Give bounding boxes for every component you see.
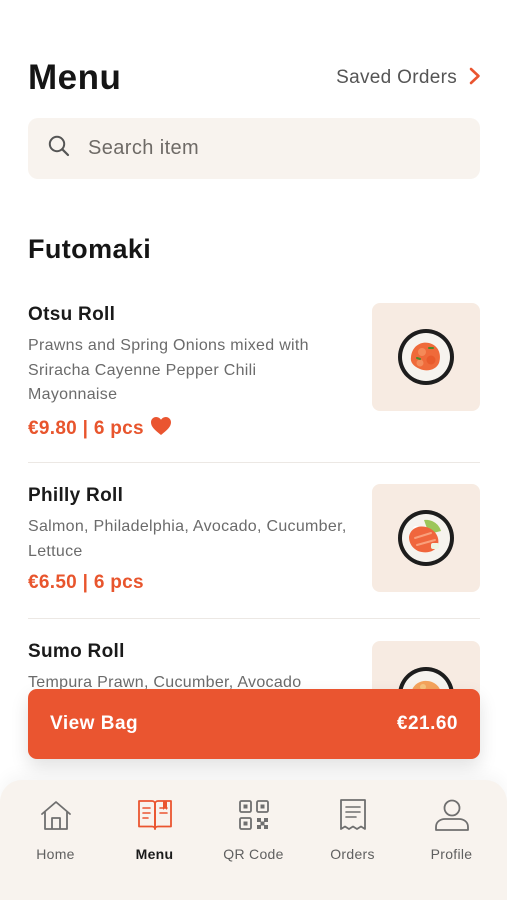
view-bag-label: View Bag: [50, 713, 139, 734]
tab-menu[interactable]: Menu: [109, 796, 201, 900]
item-description: Prawns and Spring Onions mixed with Srir…: [28, 337, 309, 403]
search-icon: [48, 135, 70, 162]
item-price: €6.50 | 6 pcs: [28, 572, 144, 593]
search-input[interactable]: [88, 137, 418, 160]
qr-code-icon: [238, 796, 270, 834]
item-price: €9.80 | 6 pcs: [28, 417, 144, 439]
menu-book-icon: [137, 796, 173, 834]
page-title: Menu: [28, 58, 122, 97]
tab-label: QR Code: [223, 846, 284, 862]
item-image: [372, 484, 480, 592]
item-image: [372, 303, 480, 411]
receipt-icon: [338, 796, 368, 834]
tab-orders[interactable]: Orders: [307, 796, 399, 900]
tab-profile[interactable]: Profile: [406, 796, 498, 900]
heart-icon[interactable]: [150, 416, 172, 442]
saved-orders-link[interactable]: Saved Orders: [336, 67, 481, 90]
sushi-roll-icon: [398, 510, 454, 566]
tab-label: Menu: [135, 846, 174, 862]
section-title: Futomaki: [28, 234, 152, 264]
tab-label: Orders: [330, 846, 375, 862]
search-bar[interactable]: [28, 118, 480, 179]
tab-label: Home: [36, 846, 75, 862]
bag-total: €21.60: [396, 713, 458, 734]
tab-label: Profile: [430, 846, 473, 862]
sushi-roll-icon: [398, 329, 454, 385]
divider: [28, 462, 480, 463]
divider: [28, 618, 480, 619]
saved-orders-label: Saved Orders: [336, 67, 457, 88]
tab-home[interactable]: Home: [10, 796, 102, 900]
view-bag-button[interactable]: View Bag €21.60: [28, 689, 480, 759]
menu-item[interactable]: Otsu Roll Prawns and Spring Onions mixed…: [28, 303, 480, 444]
user-icon: [434, 796, 470, 834]
menu-item[interactable]: Philly Roll Salmon, Philadelphia, Avocad…: [28, 484, 480, 595]
bottom-tab-bar: Home Menu QR Code Orders Profile: [0, 780, 507, 900]
header: Menu Saved Orders: [28, 56, 481, 100]
tab-qr-code[interactable]: QR Code: [208, 796, 300, 900]
item-price-row: €9.80 | 6 pcs: [28, 416, 480, 442]
item-description: Salmon, Philadelphia, Avocado, Cucumber,…: [28, 518, 347, 560]
home-icon: [39, 796, 73, 834]
chevron-right-icon: [469, 67, 481, 90]
